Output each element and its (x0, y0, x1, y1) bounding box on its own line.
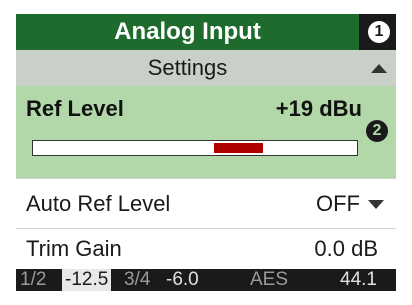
trim-gain-value[interactable]: 0.0 dB (314, 236, 378, 262)
step-1-badge: 1 (368, 21, 390, 43)
trim-gain-row[interactable]: Trim Gain 0.0 dB (16, 228, 396, 269)
ref-level-label: Ref Level (26, 96, 124, 121)
chevron-down-icon[interactable] (368, 200, 384, 209)
level-meter (32, 140, 358, 156)
level-meter-fill (214, 143, 264, 153)
auto-ref-level-label: Auto Ref Level (26, 191, 171, 216)
sample-rate: 44.1 (340, 269, 377, 290)
auto-ref-level-value[interactable]: OFF (316, 191, 360, 217)
ref-level-row[interactable]: Ref Level +19 dBu 2 (16, 86, 396, 178)
channel-3-4-level: -6.0 (166, 269, 199, 290)
channel-3-4-label: 3/4 (124, 269, 151, 290)
settings-subheader[interactable]: Settings (16, 50, 396, 86)
header-bar: Analog Input 1 (16, 14, 396, 50)
auto-ref-level-row[interactable]: Auto Ref Level OFF (16, 178, 396, 228)
trim-gain-label: Trim Gain (26, 236, 122, 261)
status-bar: 1/2 -12.5 3/4 -6.0 AES 44.1 (16, 269, 396, 291)
device-screen: Analog Input 1 Settings Ref Level +19 dB… (16, 14, 396, 291)
settings-title: Settings (147, 55, 228, 80)
channel-1-2-level: -12.5 (62, 269, 112, 291)
page-title: Analog Input (16, 14, 359, 50)
ref-level-value[interactable]: +19 dBu (276, 96, 362, 122)
step-2-badge: 2 (366, 120, 388, 142)
input-format: AES (250, 269, 289, 290)
channel-1-2-label: 1/2 (20, 269, 47, 290)
scroll-up-icon[interactable] (371, 64, 387, 73)
